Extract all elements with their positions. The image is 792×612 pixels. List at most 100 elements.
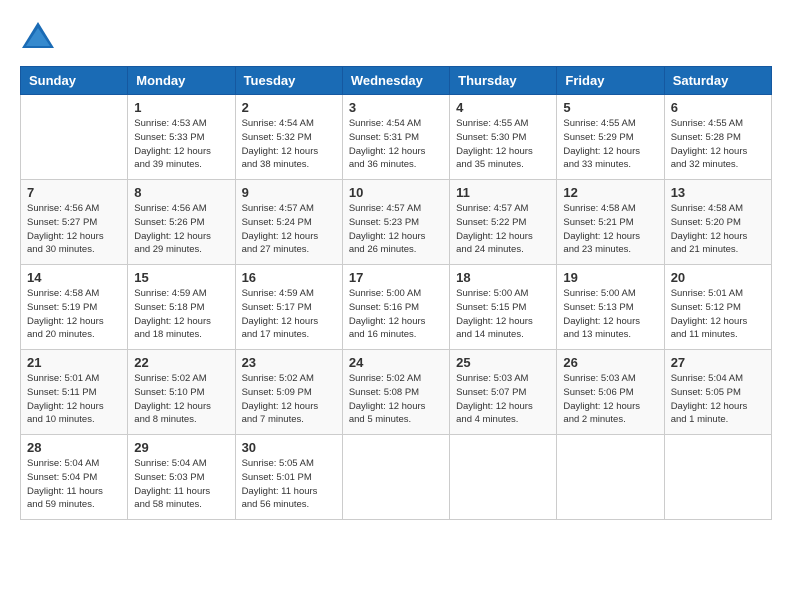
calendar-cell: 19 Sunrise: 5:00 AM Sunset: 5:13 PM Dayli… [557,265,664,350]
calendar-cell: 22 Sunrise: 5:02 AM Sunset: 5:10 PM Dayli… [128,350,235,435]
calendar-header: SundayMondayTuesdayWednesdayThursdayFrid… [21,67,772,95]
day-info: Sunrise: 4:54 AM Sunset: 5:31 PM Dayligh… [349,117,443,172]
day-number: 22 [134,355,228,370]
day-number: 24 [349,355,443,370]
calendar-cell: 16 Sunrise: 4:59 AM Sunset: 5:17 PM Dayli… [235,265,342,350]
day-info: Sunrise: 4:55 AM Sunset: 5:29 PM Dayligh… [563,117,657,172]
day-info: Sunrise: 4:59 AM Sunset: 5:17 PM Dayligh… [242,287,336,342]
day-number: 5 [563,100,657,115]
day-number: 19 [563,270,657,285]
calendar-cell: 4 Sunrise: 4:55 AM Sunset: 5:30 PM Daylig… [450,95,557,180]
calendar-cell: 10 Sunrise: 4:57 AM Sunset: 5:23 PM Dayli… [342,180,449,265]
calendar-cell: 8Sunrise: 4:56 AM Sunset: 5:26 PM Daylig… [128,180,235,265]
calendar-cell: 26 Sunrise: 5:03 AM Sunset: 5:06 PM Dayli… [557,350,664,435]
calendar-cell: 15 Sunrise: 4:59 AM Sunset: 5:18 PM Dayli… [128,265,235,350]
day-number: 1 [134,100,228,115]
day-info: Sunrise: 4:59 AM Sunset: 5:18 PM Dayligh… [134,287,228,342]
day-info: Sunrise: 5:03 AM Sunset: 5:06 PM Dayligh… [563,372,657,427]
calendar-cell: 5 Sunrise: 4:55 AM Sunset: 5:29 PM Daylig… [557,95,664,180]
day-info: Sunrise: 4:55 AM Sunset: 5:30 PM Dayligh… [456,117,550,172]
calendar-cell: 24 Sunrise: 5:02 AM Sunset: 5:08 PM Dayli… [342,350,449,435]
day-info: Sunrise: 5:04 AM Sunset: 5:04 PM Dayligh… [27,457,121,512]
day-number: 10 [349,185,443,200]
day-number: 11 [456,185,550,200]
day-number: 14 [27,270,121,285]
calendar-cell: 18 Sunrise: 5:00 AM Sunset: 5:15 PM Dayli… [450,265,557,350]
day-number: 29 [134,440,228,455]
day-info: Sunrise: 5:05 AM Sunset: 5:01 PM Dayligh… [242,457,336,512]
day-header-thursday: Thursday [450,67,557,95]
header [20,20,772,50]
day-number: 26 [563,355,657,370]
day-info: Sunrise: 5:04 AM Sunset: 5:05 PM Dayligh… [671,372,765,427]
calendar-cell: 28 Sunrise: 5:04 AM Sunset: 5:04 PM Dayli… [21,435,128,520]
calendar: SundayMondayTuesdayWednesdayThursdayFrid… [20,66,772,520]
calendar-cell: 7 Sunrise: 4:56 AM Sunset: 5:27 PM Daylig… [21,180,128,265]
day-info: Sunrise: 5:01 AM Sunset: 5:12 PM Dayligh… [671,287,765,342]
day-number: 20 [671,270,765,285]
day-number: 2 [242,100,336,115]
day-header-monday: Monday [128,67,235,95]
day-info: Sunrise: 5:02 AM Sunset: 5:08 PM Dayligh… [349,372,443,427]
day-info: Sunrise: 5:02 AM Sunset: 5:10 PM Dayligh… [134,372,228,427]
calendar-cell: 30 Sunrise: 5:05 AM Sunset: 5:01 PM Dayli… [235,435,342,520]
week-row-5: 28 Sunrise: 5:04 AM Sunset: 5:04 PM Dayli… [21,435,772,520]
day-info: Sunrise: 5:04 AM Sunset: 5:03 PM Dayligh… [134,457,228,512]
day-number: 12 [563,185,657,200]
day-number: 6 [671,100,765,115]
day-number: 13 [671,185,765,200]
day-header-friday: Friday [557,67,664,95]
day-info: Sunrise: 4:53 AM Sunset: 5:33 PM Dayligh… [134,117,228,172]
calendar-cell: 17Sunrise: 5:00 AM Sunset: 5:16 PM Dayli… [342,265,449,350]
calendar-cell: 27 Sunrise: 5:04 AM Sunset: 5:05 PM Dayli… [664,350,771,435]
day-info: Sunrise: 4:57 AM Sunset: 5:22 PM Dayligh… [456,202,550,257]
calendar-cell [342,435,449,520]
day-info: Sunrise: 4:56 AM Sunset: 5:27 PM Dayligh… [27,202,121,257]
day-info: Sunrise: 4:58 AM Sunset: 5:19 PM Dayligh… [27,287,121,342]
day-header-tuesday: Tuesday [235,67,342,95]
calendar-cell [450,435,557,520]
day-number: 16 [242,270,336,285]
calendar-cell: 23 Sunrise: 5:02 AM Sunset: 5:09 PM Dayli… [235,350,342,435]
day-info: Sunrise: 5:02 AM Sunset: 5:09 PM Dayligh… [242,372,336,427]
day-number: 23 [242,355,336,370]
week-row-3: 14 Sunrise: 4:58 AM Sunset: 5:19 PM Dayli… [21,265,772,350]
day-info: Sunrise: 5:00 AM Sunset: 5:16 PM Dayligh… [349,287,443,342]
day-number: 9 [242,185,336,200]
week-row-4: 21Sunrise: 5:01 AM Sunset: 5:11 PM Dayli… [21,350,772,435]
day-number: 3 [349,100,443,115]
logo [20,20,62,50]
day-info: Sunrise: 5:03 AM Sunset: 5:07 PM Dayligh… [456,372,550,427]
calendar-cell: 29 Sunrise: 5:04 AM Sunset: 5:03 PM Dayli… [128,435,235,520]
calendar-cell: 20 Sunrise: 5:01 AM Sunset: 5:12 PM Dayli… [664,265,771,350]
day-number: 7 [27,185,121,200]
calendar-cell: 13Sunrise: 4:58 AM Sunset: 5:20 PM Dayli… [664,180,771,265]
logo-icon [20,20,56,50]
day-number: 28 [27,440,121,455]
calendar-cell [664,435,771,520]
week-row-2: 7 Sunrise: 4:56 AM Sunset: 5:27 PM Daylig… [21,180,772,265]
day-number: 25 [456,355,550,370]
week-row-1: 1 Sunrise: 4:53 AM Sunset: 5:33 PM Daylig… [21,95,772,180]
calendar-cell: 2Sunrise: 4:54 AM Sunset: 5:32 PM Daylig… [235,95,342,180]
day-info: Sunrise: 4:57 AM Sunset: 5:23 PM Dayligh… [349,202,443,257]
day-info: Sunrise: 4:57 AM Sunset: 5:24 PM Dayligh… [242,202,336,257]
calendar-cell [557,435,664,520]
calendar-cell: 21Sunrise: 5:01 AM Sunset: 5:11 PM Dayli… [21,350,128,435]
day-header-wednesday: Wednesday [342,67,449,95]
day-number: 4 [456,100,550,115]
calendar-cell: 25 Sunrise: 5:03 AM Sunset: 5:07 PM Dayli… [450,350,557,435]
calendar-cell: 12Sunrise: 4:58 AM Sunset: 5:21 PM Dayli… [557,180,664,265]
day-number: 30 [242,440,336,455]
calendar-body: 1 Sunrise: 4:53 AM Sunset: 5:33 PM Daylig… [21,95,772,520]
day-number: 21 [27,355,121,370]
day-info: Sunrise: 5:00 AM Sunset: 5:15 PM Dayligh… [456,287,550,342]
day-info: Sunrise: 5:00 AM Sunset: 5:13 PM Dayligh… [563,287,657,342]
calendar-cell: 6Sunrise: 4:55 AM Sunset: 5:28 PM Daylig… [664,95,771,180]
calendar-cell: 11 Sunrise: 4:57 AM Sunset: 5:22 PM Dayli… [450,180,557,265]
day-number: 18 [456,270,550,285]
day-number: 15 [134,270,228,285]
day-number: 8 [134,185,228,200]
day-header-sunday: Sunday [21,67,128,95]
day-number: 27 [671,355,765,370]
